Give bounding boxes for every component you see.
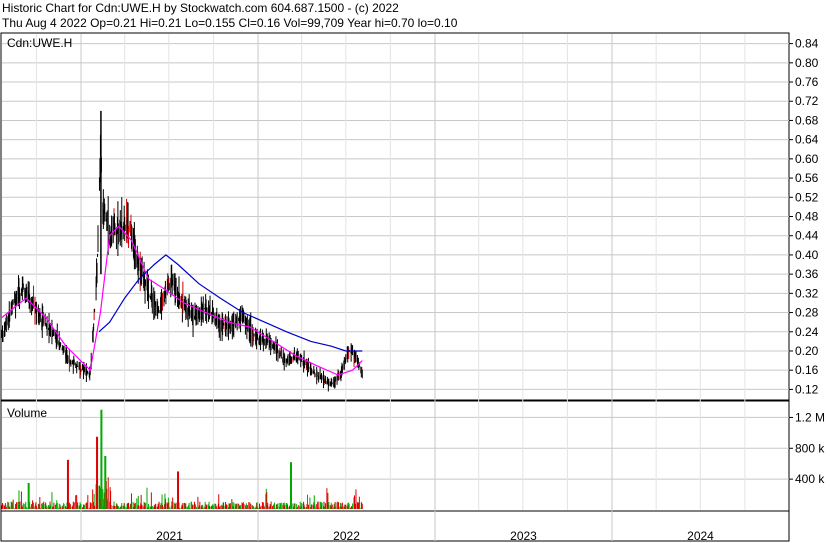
price-tick-label: 0.48 [795, 210, 819, 224]
year-label: 2021 [156, 529, 183, 543]
volume-tick-label: 800 k [795, 441, 825, 455]
price-tick-label: 0.40 [795, 248, 819, 262]
price-tick-label: 0.60 [795, 152, 819, 166]
price-tick-label: 0.76 [795, 75, 819, 89]
price-tick-label: 0.64 [795, 133, 819, 147]
price-tick-label: 0.12 [795, 382, 819, 396]
volume-tick-label: 400 k [795, 472, 825, 486]
volume-panel-label: Volume [7, 406, 47, 420]
time-axis-frame [0, 510, 790, 542]
price-tick-label: 0.84 [795, 37, 819, 51]
price-tick-label: 0.32 [795, 286, 819, 300]
price-tick-label: 0.72 [795, 94, 819, 108]
price-tick-label: 0.68 [795, 113, 819, 127]
year-label: 2024 [687, 529, 714, 543]
stock-chart: 0.84 0.80 0.76 0.72 0.68 0.64 0.60 0.56 0.52 0.48… [0, 32, 825, 543]
price-tick-label: 0.80 [795, 56, 819, 70]
price-tick-label: 0.56 [795, 171, 819, 185]
year-label: 2022 [333, 529, 360, 543]
axis-labels: 0.84 0.80 0.76 0.72 0.68 0.64 0.60 0.56 0.52 0.48… [7, 36, 825, 543]
price-tick-label: 0.16 [795, 363, 819, 377]
volume-tick-label: 1.2 M [795, 410, 825, 424]
year-label: 2023 [510, 529, 537, 543]
price-tick-label: 0.44 [795, 229, 819, 243]
price-bars [1, 110, 363, 392]
price-tick-label: 0.52 [795, 190, 819, 204]
price-tick-label: 0.24 [795, 325, 819, 339]
price-tick-label: 0.36 [795, 267, 819, 281]
volume-bars [1, 409, 363, 509]
grid-lines [2, 34, 793, 541]
price-tick-label: 0.28 [795, 306, 819, 320]
price-tick-label: 0.20 [795, 344, 819, 358]
price-panel-label: Cdn:UWE.H [7, 36, 72, 50]
